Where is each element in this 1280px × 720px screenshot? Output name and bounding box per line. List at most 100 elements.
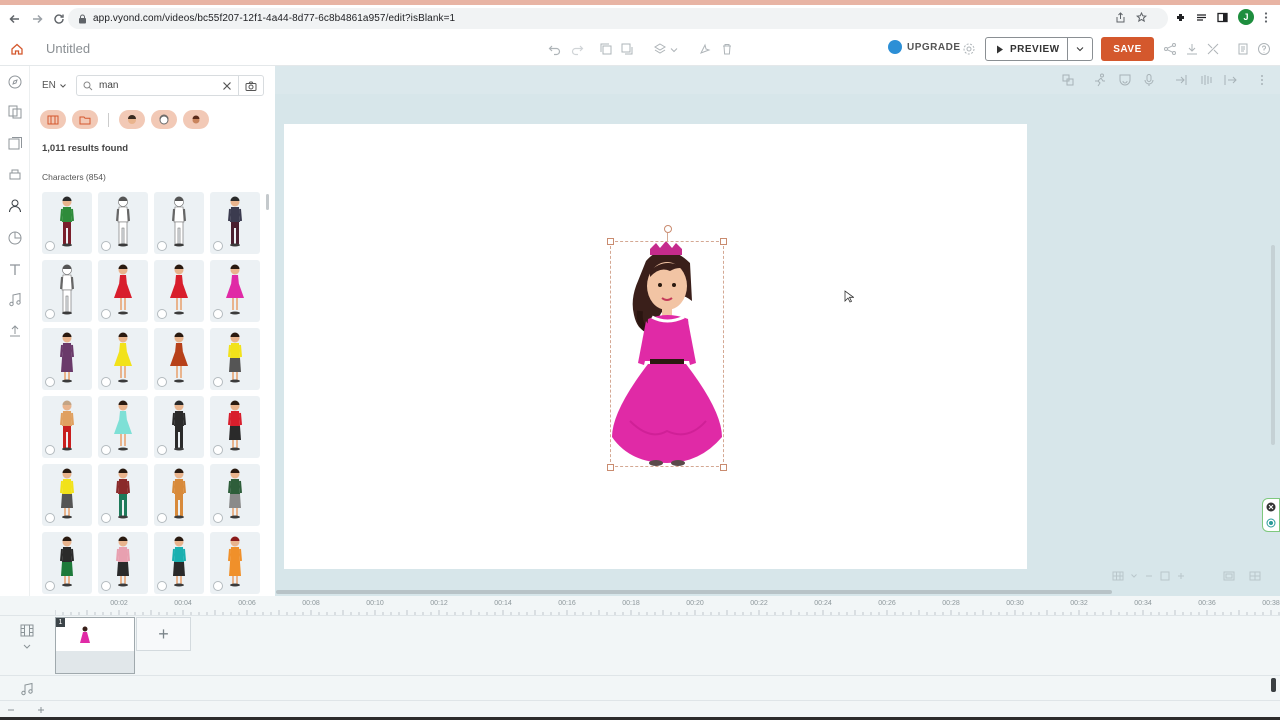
text-icon[interactable]	[7, 262, 23, 278]
safe-area-icon[interactable]	[1223, 571, 1235, 581]
zoom-preview-icon[interactable]	[157, 309, 167, 319]
zoom-preview-icon[interactable]	[213, 309, 223, 319]
audio-icon[interactable]	[7, 292, 23, 308]
rotate-handle[interactable]	[664, 225, 672, 233]
zoom-preview-icon[interactable]	[101, 241, 111, 251]
zoom-preview-icon[interactable]	[213, 513, 223, 523]
zoom-preview-icon[interactable]	[157, 377, 167, 387]
upload-icon[interactable]	[7, 323, 23, 339]
download-icon[interactable]	[1185, 42, 1199, 56]
resize-handle-bl[interactable]	[607, 464, 614, 471]
zoom-preview-icon[interactable]	[213, 581, 223, 591]
upgrade-button[interactable]: UPGRADE	[888, 40, 961, 54]
expression-icon[interactable]	[1118, 73, 1132, 87]
timeline-zoom-in-icon[interactable]	[36, 705, 46, 715]
timeline-ruler[interactable]: 00:02 00:04 00:06 00:08 00:10 00:12 00:14 00:16…	[55, 597, 1280, 615]
zoom-preview-icon[interactable]	[45, 513, 55, 523]
character-tile[interactable]	[42, 396, 92, 458]
preview-button[interactable]: PREVIEW	[985, 37, 1093, 61]
character-tile[interactable]	[98, 464, 148, 526]
notes-icon[interactable]	[1236, 42, 1250, 56]
resize-handle-tl[interactable]	[607, 238, 614, 245]
filter-style-contemporary[interactable]	[119, 110, 145, 129]
filter-scenes[interactable]	[40, 110, 66, 129]
props-icon[interactable]	[7, 166, 23, 182]
home-icon[interactable]	[10, 42, 24, 56]
preview-dropdown[interactable]	[1068, 44, 1092, 54]
character-tile[interactable]	[154, 192, 204, 254]
redo-icon[interactable]	[570, 42, 584, 56]
character-tile[interactable]	[154, 328, 204, 390]
character-tile[interactable]	[98, 532, 148, 594]
chevron-down-icon[interactable]	[23, 644, 31, 650]
settings-icon[interactable]	[962, 42, 976, 56]
copy-icon[interactable]	[599, 42, 613, 56]
side-panel-icon[interactable]	[1217, 12, 1228, 23]
library-scrollbar[interactable]	[266, 194, 269, 210]
undo-icon[interactable]	[548, 42, 562, 56]
shortcuts-icon[interactable]	[1206, 42, 1220, 56]
character-tile[interactable]	[210, 396, 260, 458]
scene-thumbnail[interactable]: 1	[55, 617, 135, 674]
stage-horizontal-scrollbar[interactable]	[276, 590, 1112, 594]
filter-folders[interactable]	[72, 110, 98, 129]
forward-icon[interactable]	[26, 8, 48, 30]
side-widget[interactable]	[1262, 498, 1280, 532]
layout-grid-icon[interactable]	[1249, 571, 1261, 581]
layers-icon[interactable]	[653, 42, 667, 56]
zoom-in-icon[interactable]	[1176, 571, 1186, 581]
kebab-menu-icon[interactable]	[1264, 11, 1268, 23]
characters-icon[interactable]	[7, 198, 23, 214]
resize-handle-tr[interactable]	[720, 238, 727, 245]
stage-vertical-scrollbar[interactable]	[1271, 245, 1275, 445]
enter-effect-icon[interactable]	[1175, 73, 1189, 87]
search-input[interactable]: man	[99, 80, 222, 91]
paste-icon[interactable]	[620, 42, 634, 56]
character-tile[interactable]	[98, 192, 148, 254]
zoom-preview-icon[interactable]	[45, 445, 55, 455]
save-button[interactable]: SAVE	[1101, 37, 1154, 61]
character-tile[interactable]	[210, 464, 260, 526]
character-tile[interactable]	[210, 192, 260, 254]
character-tile[interactable]	[210, 260, 260, 322]
character-tile[interactable]	[42, 532, 92, 594]
character-tile[interactable]	[98, 396, 148, 458]
exit-effect-icon[interactable]	[1223, 73, 1237, 87]
target-icon[interactable]	[1266, 518, 1276, 528]
grid-icon[interactable]	[1112, 571, 1124, 581]
backgrounds-icon[interactable]	[7, 136, 23, 152]
zoom-preview-icon[interactable]	[157, 241, 167, 251]
charts-icon[interactable]	[7, 230, 23, 246]
character-tile[interactable]	[154, 260, 204, 322]
timeline-zoom-out-icon[interactable]	[6, 705, 16, 715]
zoom-out-icon[interactable]	[1144, 571, 1154, 581]
motion-path-icon[interactable]	[1199, 73, 1213, 87]
character-tile[interactable]	[98, 260, 148, 322]
search-box[interactable]: man	[76, 75, 264, 96]
character-tile[interactable]	[154, 532, 204, 594]
character-tile[interactable]	[98, 328, 148, 390]
zoom-preview-icon[interactable]	[101, 309, 111, 319]
close-icon[interactable]	[222, 81, 232, 91]
zoom-preview-icon[interactable]	[157, 581, 167, 591]
preview-play[interactable]: PREVIEW	[986, 38, 1068, 60]
filter-style-whiteboard[interactable]	[151, 110, 177, 129]
profile-avatar[interactable]: J	[1238, 9, 1254, 25]
more-options-icon[interactable]	[1255, 73, 1269, 87]
flip-icon[interactable]	[698, 42, 712, 56]
extensions-icon[interactable]	[1175, 12, 1186, 23]
explore-icon[interactable]	[7, 74, 23, 90]
character-tile[interactable]	[42, 464, 92, 526]
fit-icon[interactable]	[1160, 571, 1170, 581]
templates-icon[interactable]	[7, 104, 23, 120]
character-tile[interactable]	[42, 192, 92, 254]
swap-icon[interactable]	[1061, 73, 1075, 87]
camera-icon[interactable]	[245, 81, 257, 91]
zoom-preview-icon[interactable]	[213, 377, 223, 387]
zoom-preview-icon[interactable]	[157, 513, 167, 523]
share-icon[interactable]	[1163, 42, 1177, 56]
zoom-preview-icon[interactable]	[45, 309, 55, 319]
character-tile[interactable]	[42, 328, 92, 390]
music-icon[interactable]	[20, 682, 34, 696]
filter-style-business[interactable]	[183, 110, 209, 129]
